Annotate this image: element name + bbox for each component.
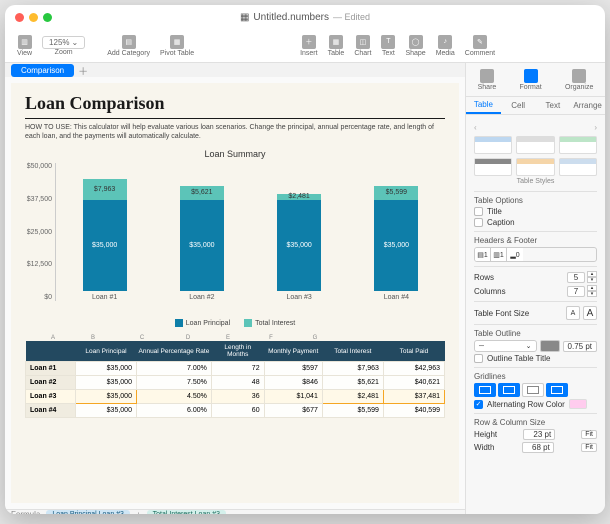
font-size-buttons[interactable]: AA: [566, 306, 597, 320]
inspector-tabs: Table Cell Text Arrange: [466, 97, 605, 115]
formula-bar[interactable]: Formula Loan Principal Loan #3 + Total I…: [5, 509, 465, 514]
width-input[interactable]: 68 pt: [522, 442, 554, 453]
alt-row-color[interactable]: [569, 399, 587, 409]
tab-table[interactable]: Table: [466, 97, 501, 114]
fit-height[interactable]: Fit: [581, 430, 597, 439]
app-window: ▦ Untitled.numbers — Edited ▥View 125%⌄Z…: [5, 5, 605, 514]
doc-icon: ▦: [240, 12, 249, 23]
toolbar: ▥View 125%⌄Zoom ▤Add Category ▦Pivot Tab…: [5, 29, 605, 63]
chevron-down-icon: ⌄: [72, 38, 79, 47]
data-table[interactable]: ABCDEFG Loan PrincipalAnnual Percentage …: [25, 335, 445, 418]
chart[interactable]: Loan Summary $50,000$37,500$25,000$12,50…: [25, 149, 445, 327]
organize-button[interactable]: Organize: [565, 69, 593, 91]
insert-button[interactable]: ＋Insert: [296, 35, 322, 57]
tab-cell[interactable]: Cell: [501, 97, 536, 114]
shape-button[interactable]: ◯Shape: [401, 35, 429, 57]
maximize-icon[interactable]: [43, 13, 52, 22]
chart-bars: $35,000$7,963Loan #1$35,000$5,621Loan #2…: [55, 163, 445, 301]
canvas: Comparison ＋ Loan Comparison HOW TO USE:…: [5, 63, 465, 514]
chart-button[interactable]: ◫Chart: [350, 35, 375, 57]
chart-title: Loan Summary: [25, 149, 445, 159]
add-sheet-button[interactable]: ＋: [76, 63, 90, 77]
comment-button[interactable]: ✎Comment: [461, 35, 499, 57]
document: Loan Comparison HOW TO USE: This calcula…: [11, 83, 459, 503]
cols-stepper[interactable]: 7▴▾: [567, 285, 597, 297]
sheet-tab-active[interactable]: Comparison: [11, 64, 74, 77]
caption-checkbox[interactable]: Caption: [474, 218, 597, 227]
traffic-lights: [15, 13, 52, 22]
add-category-button[interactable]: ▤Add Category: [103, 35, 154, 57]
media-button[interactable]: ♪Media: [432, 35, 459, 57]
legend: Loan Principal Total Interest: [25, 319, 445, 327]
tab-text[interactable]: Text: [536, 97, 571, 114]
sheet-tabs: Comparison ＋: [5, 63, 465, 77]
title-checkbox[interactable]: Title: [474, 207, 597, 216]
style-prev[interactable]: ‹: [474, 123, 477, 132]
height-input[interactable]: 23 pt: [523, 429, 555, 440]
format-button[interactable]: Format: [520, 69, 542, 91]
style-thumb[interactable]: [474, 136, 512, 154]
formula-ref-2[interactable]: Total Interest Loan #3: [147, 510, 226, 514]
style-thumb[interactable]: [516, 158, 554, 176]
share-button[interactable]: Share: [478, 69, 497, 91]
style-thumb[interactable]: [559, 158, 597, 176]
zoom-control[interactable]: 125%⌄Zoom: [38, 36, 89, 56]
outline-color[interactable]: [540, 340, 560, 352]
style-thumb[interactable]: [516, 136, 554, 154]
tab-arrange[interactable]: Arrange: [570, 97, 605, 114]
y-axis: $50,000$37,500$25,000$12,500$0: [25, 163, 55, 313]
table-styles: [474, 136, 597, 176]
minimize-icon[interactable]: [29, 13, 38, 22]
inspector: Share Format Organize Table Cell Text Ar…: [465, 63, 605, 514]
formula-ref-1[interactable]: Loan Principal Loan #3: [46, 510, 130, 514]
howto-text: HOW TO USE: This calculator will help ev…: [25, 123, 445, 141]
page-title: Loan Comparison: [25, 93, 445, 114]
text-button[interactable]: TText: [377, 35, 399, 57]
style-thumb[interactable]: [559, 136, 597, 154]
table-button[interactable]: ▦Table: [324, 35, 349, 57]
titlebar: ▦ Untitled.numbers — Edited: [5, 5, 605, 29]
gridline-buttons[interactable]: [474, 383, 597, 397]
style-thumb[interactable]: [474, 158, 512, 176]
style-next[interactable]: ›: [594, 123, 597, 132]
pivot-table-button[interactable]: ▦Pivot Table: [156, 35, 198, 57]
view-menu[interactable]: ▥View: [13, 35, 36, 57]
outline-style[interactable]: ─⌄: [474, 340, 537, 352]
alt-row-checkbox[interactable]: ✓Alternating Row Color: [474, 399, 597, 409]
outline-width[interactable]: 0.75 pt: [563, 341, 597, 352]
fit-width[interactable]: Fit: [581, 443, 597, 452]
rows-stepper[interactable]: 5▴▾: [567, 271, 597, 283]
outline-title-checkbox[interactable]: Outline Table Title: [474, 354, 597, 363]
window-title: ▦ Untitled.numbers — Edited: [240, 12, 370, 23]
header-footer-controls[interactable]: ▤1▥1▂0: [474, 247, 597, 262]
close-icon[interactable]: [15, 13, 24, 22]
